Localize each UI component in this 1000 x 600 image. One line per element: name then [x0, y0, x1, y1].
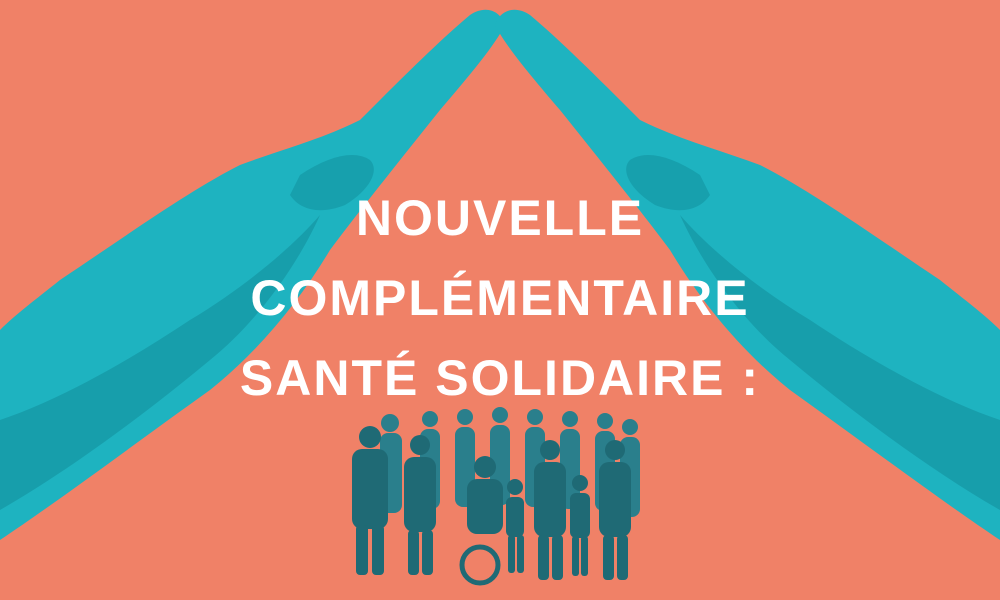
- headline-line-1: NOUVELLE: [355, 190, 645, 246]
- group-of-people-image: [352, 407, 640, 586]
- headline-line-2: COMPLÉMENTAIRE: [250, 270, 750, 326]
- headline: NOUVELLE COMPLÉMENTAIRE SANTÉ SOLIDAIRE …: [0, 178, 1000, 418]
- poster: NOUVELLE COMPLÉMENTAIRE SANTÉ SOLIDAIRE …: [0, 0, 1000, 600]
